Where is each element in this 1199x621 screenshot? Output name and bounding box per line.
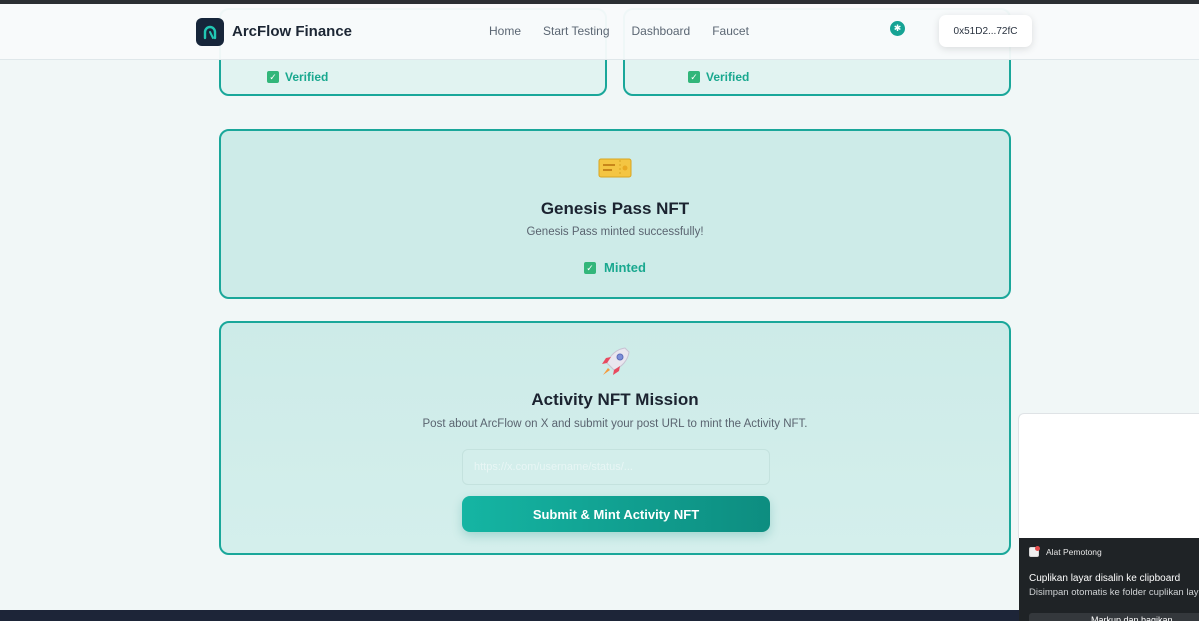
wallet-address-button[interactable]: 0x51D2...72fC	[939, 15, 1032, 47]
minted-label: Minted	[604, 260, 646, 275]
toast-title: Cuplikan layar disalin ke clipboard	[1029, 573, 1181, 584]
genesis-pass-card: Genesis Pass NFT Genesis Pass minted suc…	[219, 129, 1011, 299]
genesis-description: Genesis Pass minted successfully!	[526, 226, 704, 238]
nav-home[interactable]: Home	[489, 24, 521, 38]
main-nav: Home Start Testing Dashboard Faucet	[489, 24, 749, 38]
snip-preview-panel[interactable]	[1018, 413, 1199, 538]
verified-label: Verified	[285, 70, 329, 84]
network-status-icon[interactable]: ✱	[890, 21, 905, 36]
nav-dashboard[interactable]: Dashboard	[632, 24, 691, 38]
genesis-title: Genesis Pass NFT	[540, 199, 690, 218]
checkbox-checked-icon: ✓	[267, 71, 279, 83]
nav-faucet[interactable]: Faucet	[712, 24, 749, 38]
activity-mission-card: Activity NFT Mission Post about ArcFlow …	[219, 321, 1011, 555]
minted-status: ✓ Minted	[221, 260, 1009, 275]
brand-logo-icon[interactable]	[196, 18, 224, 46]
submit-mint-button[interactable]: Submit & Mint Activity NFT	[462, 496, 770, 532]
verified-status: ✓ Verified	[688, 70, 749, 84]
activity-description: Post about ArcFlow on X and submit your …	[422, 418, 808, 430]
nav-start-testing[interactable]: Start Testing	[543, 24, 609, 38]
top-navbar: ArcFlow Finance Home Start Testing Dashb…	[0, 4, 1199, 60]
snipping-tool-icon	[1029, 546, 1040, 557]
ticket-icon	[221, 157, 1009, 184]
checkbox-checked-icon: ✓	[584, 261, 597, 274]
checkbox-checked-icon: ✓	[688, 71, 700, 83]
verified-status: ✓ Verified	[267, 70, 328, 84]
rocket-icon	[221, 344, 1009, 385]
toast-markup-button[interactable]: Markup dan bagikan	[1029, 613, 1199, 621]
toast-header: Alat Pemotong	[1029, 546, 1102, 557]
activity-title: Activity NFT Mission	[531, 390, 699, 409]
brand-name[interactable]: ArcFlow Finance	[232, 23, 352, 40]
post-url-input[interactable]	[462, 449, 770, 485]
toast-subtitle: Disimpan otomatis ke folder cuplikan lay	[1029, 587, 1199, 598]
toast-app-name: Alat Pemotong	[1046, 547, 1102, 557]
snip-notification[interactable]: Alat Pemotong Cuplikan layar disalin ke …	[1019, 538, 1199, 621]
verified-label: Verified	[706, 70, 750, 84]
